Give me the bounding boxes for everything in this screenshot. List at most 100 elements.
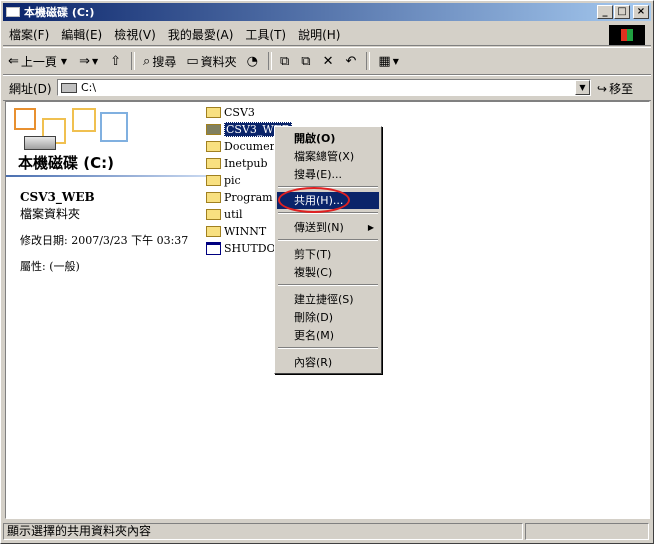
menu-view[interactable]: 檢視(V): [108, 26, 162, 43]
delete-button[interactable]: ✕: [318, 50, 341, 72]
maximize-button[interactable]: □: [614, 5, 630, 19]
file-name: util: [224, 207, 243, 221]
search-icon: ⌕: [143, 53, 151, 69]
drive-icon: [6, 7, 20, 17]
document-icon: [206, 241, 221, 255]
status-bar: 顯示選擇的共用資料夾內容: [3, 521, 651, 541]
move-to-icon: ⧉: [280, 53, 290, 69]
banner-square: [72, 108, 96, 132]
selected-item-name: CSV3_WEB: [20, 190, 95, 204]
folder-icon: [206, 191, 221, 203]
back-label: 上一頁: [20, 54, 57, 69]
menu-favorites[interactable]: 我的最愛(A): [162, 26, 240, 43]
folder-icon: [206, 157, 221, 169]
folder-icon: [206, 106, 221, 118]
file-item[interactable]: Inetpub: [206, 155, 268, 171]
file-item[interactable]: util: [206, 206, 243, 222]
menu-separator: [278, 239, 378, 241]
menu-item-copy[interactable]: 複製(C): [277, 264, 379, 281]
file-item[interactable]: Program F: [206, 189, 284, 205]
chevron-down-icon[interactable]: ▼: [61, 57, 67, 66]
banner-square: [14, 108, 36, 130]
address-dropdown-button[interactable]: ▼: [575, 80, 590, 95]
go-button[interactable]: ↪ 移至: [597, 80, 633, 97]
menu-separator: [278, 347, 378, 349]
toolbar-separator: [268, 52, 272, 70]
search-label: 搜尋: [152, 54, 177, 69]
submenu-arrow-icon: ▶: [367, 223, 374, 232]
file-name: pic: [224, 173, 241, 187]
file-name: Document: [224, 139, 282, 153]
selected-item-modified: 修改日期: 2007/3/23 下午 03:37: [20, 234, 189, 247]
window-title: 本機磁碟 (C:): [24, 6, 95, 19]
banner-square: [100, 112, 128, 142]
folder-icon: [206, 225, 221, 237]
file-name: Inetpub: [224, 156, 268, 170]
folders-button[interactable]: ▭ 資料夾: [181, 50, 241, 72]
minimize-button[interactable]: _: [597, 5, 613, 19]
chevron-down-icon[interactable]: ▼: [92, 57, 98, 66]
menu-separator: [278, 212, 378, 214]
move-to-button[interactable]: ⧉: [275, 50, 296, 72]
menu-item-delete[interactable]: 刪除(D): [277, 309, 379, 326]
selected-item-attributes: 屬性: (一般): [20, 260, 80, 273]
folders-icon: ▭: [186, 53, 199, 69]
menu-item-open[interactable]: 開啟(O): [277, 130, 379, 147]
undo-icon: ↶: [345, 53, 357, 69]
window-controls: _ □ ×: [596, 5, 649, 19]
menu-item-explore[interactable]: 檔案總管(X): [277, 148, 379, 165]
file-item[interactable]: pic: [206, 172, 241, 188]
file-name: CSV3: [224, 105, 255, 119]
menu-item-search[interactable]: 搜尋(E)...: [277, 166, 379, 183]
file-name: WINNT: [224, 224, 267, 238]
title-bar[interactable]: 本機磁碟 (C:) _ □ ×: [3, 3, 651, 21]
drive-icon: [61, 82, 77, 93]
folder-up-icon: ⇧: [110, 53, 122, 69]
menu-item-cut[interactable]: 剪下(T): [277, 246, 379, 263]
address-input[interactable]: C:\ ▼: [57, 79, 591, 96]
annotation-ring: [278, 187, 350, 213]
address-bar: 網址(D) C:\ ▼ ↪ 移至: [3, 75, 651, 101]
menu-item-send-to[interactable]: 傳送到(N) ▶: [277, 219, 379, 236]
menu-edit[interactable]: 編輯(E): [55, 26, 108, 43]
close-button[interactable]: ×: [633, 5, 649, 19]
chevron-down-icon[interactable]: ▼: [393, 57, 399, 66]
toolbar-separator: [366, 52, 371, 70]
toolbar-separator: [131, 52, 136, 70]
web-view-pane: 本機磁碟 (C:) CSV3_WEB 檔案資料夾 修改日期: 2007/3/23…: [6, 102, 206, 518]
history-icon: ◔: [246, 53, 258, 69]
folder-icon: [206, 140, 221, 152]
menu-bar: 檔案(F) 編輯(E) 檢視(V) 我的最愛(A) 工具(T) 說明(H): [3, 23, 651, 46]
history-button[interactable]: ◔: [242, 50, 265, 72]
menu-help[interactable]: 說明(H): [292, 26, 346, 43]
hard-drive-icon: [24, 136, 56, 150]
copy-to-button[interactable]: ⧉: [296, 50, 317, 72]
views-button[interactable]: ▦ ▼: [373, 50, 405, 72]
send-to-label: 傳送到(N): [294, 221, 344, 234]
windows-flag-icon: [621, 29, 633, 41]
shared-folder-icon: [206, 123, 221, 135]
menu-file[interactable]: 檔案(F): [3, 26, 55, 43]
file-item[interactable]: CSV3: [206, 104, 255, 120]
back-button[interactable]: ⇐ 上一頁 ▼: [3, 50, 74, 72]
views-icon: ▦: [378, 53, 391, 69]
copy-to-icon: ⧉: [301, 53, 311, 69]
up-button[interactable]: ⇧: [105, 50, 128, 72]
menu-item-create-shortcut[interactable]: 建立捷徑(S): [277, 291, 379, 308]
status-text: 顯示選擇的共用資料夾內容: [3, 522, 523, 540]
file-item[interactable]: Document: [206, 138, 281, 154]
forward-arrow-icon: ⇒: [79, 53, 90, 69]
menu-item-rename[interactable]: 更名(M): [277, 327, 379, 344]
delete-x-icon: ✕: [322, 53, 334, 69]
search-button[interactable]: ⌕ 搜尋: [138, 50, 181, 72]
go-arrow-icon: ↪: [597, 81, 608, 96]
undo-button[interactable]: ↶: [341, 50, 364, 72]
banner-divider: [6, 175, 206, 177]
address-label: 網址(D): [9, 81, 52, 96]
menu-item-properties[interactable]: 內容(R): [277, 354, 379, 371]
menu-tools[interactable]: 工具(T): [239, 26, 292, 43]
status-cell-empty: [525, 522, 649, 540]
forward-button[interactable]: ⇒ ▼: [74, 50, 105, 72]
file-item[interactable]: WINNT: [206, 223, 266, 239]
folder-icon: [206, 208, 221, 220]
